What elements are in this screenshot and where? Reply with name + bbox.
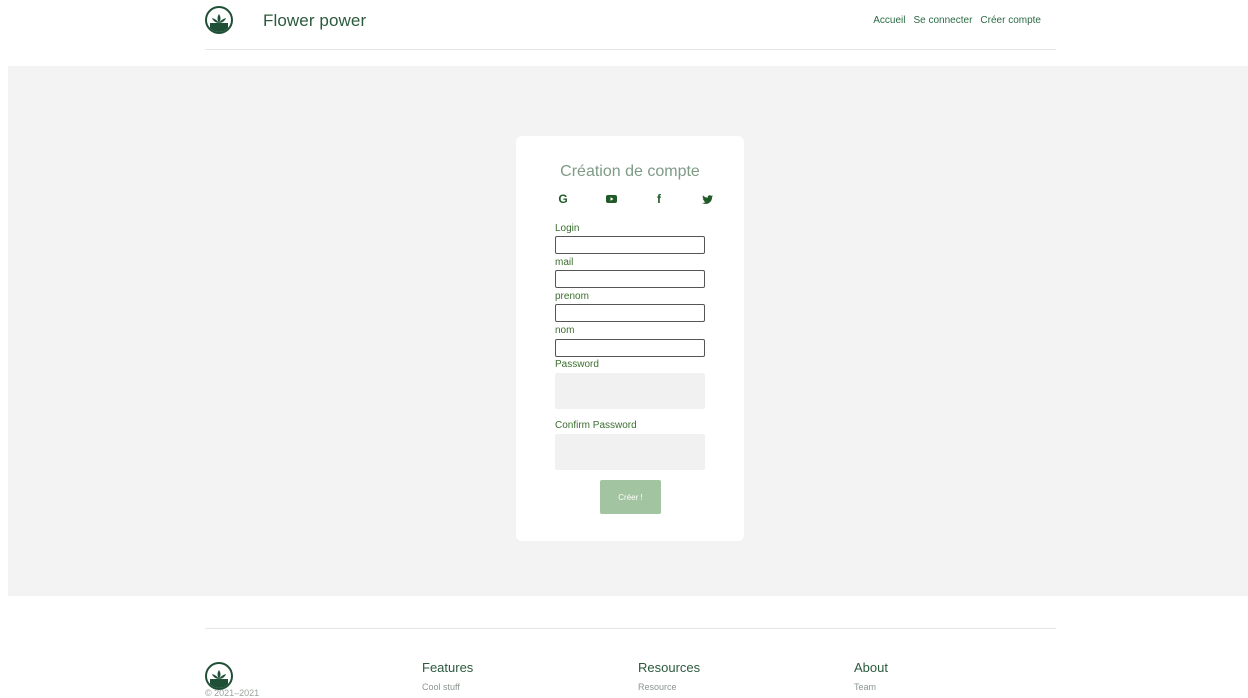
brand-name[interactable]: Flower power (263, 11, 366, 31)
mail-label: mail (555, 257, 574, 268)
footer-link-cool-stuff[interactable]: Cool stuff (422, 682, 473, 692)
nav-creer-compte[interactable]: Créer compte (980, 15, 1041, 26)
login-label: Login (555, 223, 580, 234)
login-input[interactable] (555, 236, 705, 254)
signup-card: Création de compte G f Login mail prenom… (516, 136, 744, 541)
google-icon[interactable]: G (556, 192, 570, 206)
footer-heading-features: Features (422, 660, 474, 675)
confirm-password-input[interactable] (555, 434, 705, 470)
footer-heading-about: About (854, 660, 888, 675)
nav-accueil[interactable]: Accueil (873, 15, 905, 26)
mail-input[interactable] (555, 270, 705, 288)
social-login-row: G f (556, 192, 714, 206)
password-label: Password (555, 359, 599, 370)
footer-column-resources: Resources Resource (638, 660, 700, 692)
copyright: © 2021–2021 (205, 688, 260, 698)
nom-label: nom (555, 325, 575, 336)
lotus-logo-icon[interactable] (205, 6, 233, 34)
prenom-label: prenom (555, 291, 589, 302)
footer-heading-resources: Resources (638, 660, 701, 675)
confirm-password-label: Confirm Password (555, 420, 637, 431)
nom-input[interactable] (555, 339, 705, 357)
footer-column-features: Features Cool stuff (422, 660, 473, 692)
footer-link-resource[interactable]: Resource (638, 682, 700, 692)
footer-column-about: About Team (854, 660, 888, 692)
password-input[interactable] (555, 373, 705, 409)
footer-link-team[interactable]: Team (854, 682, 888, 692)
form-title: Création de compte (560, 163, 700, 180)
footer-lotus-logo-icon (205, 662, 233, 690)
twitter-icon[interactable] (700, 192, 714, 206)
youtube-icon[interactable] (604, 192, 618, 206)
prenom-input[interactable] (555, 304, 705, 322)
facebook-icon[interactable]: f (652, 192, 666, 206)
top-nav: Accueil Se connecter Créer compte (873, 15, 1041, 26)
footer-divider (205, 628, 1056, 629)
nav-se-connecter[interactable]: Se connecter (913, 15, 972, 26)
site-header: Flower power Accueil Se connecter Créer … (205, 0, 1056, 50)
create-account-button[interactable]: Créer ! (600, 480, 661, 514)
